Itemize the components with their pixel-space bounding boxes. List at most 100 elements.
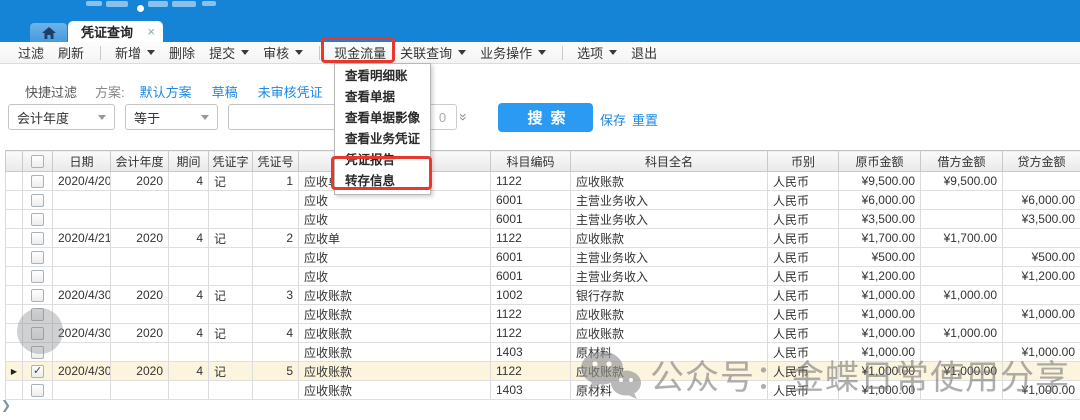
toolbar-audit[interactable]: 审核 [263,43,303,62]
cell-account-name[interactable]: 主营业务收入 [571,191,768,210]
table-row[interactable]: 2020/4/3020204记3应收账款1002银行存款人民币¥1,000.00… [6,286,1080,305]
cell-currency[interactable]: 人民币 [768,267,839,286]
column-header-date[interactable]: 日期 [53,151,111,172]
cell-fiscal-year[interactable] [111,210,169,229]
cell-account-code[interactable]: 1122 [491,172,571,191]
cell-summary[interactable]: 应收账款 [299,362,491,381]
cell-date[interactable]: 2020/4/30 [53,362,111,381]
cell-fiscal-year[interactable]: 2020 [111,172,169,191]
cell-original-amount[interactable]: ¥9,500.00 [839,172,921,191]
cell-credit-amount[interactable] [1003,324,1080,343]
cell-voucher-number[interactable] [253,191,299,210]
cell-date[interactable] [53,191,111,210]
row-select-cell[interactable] [23,267,53,286]
toolbar-cash-flow[interactable]: 现金流量 [334,43,386,62]
cell-currency[interactable]: 人民币 [768,172,839,191]
cell-original-amount[interactable]: ¥1,000.00 [839,324,921,343]
cell-fiscal-year[interactable] [111,267,169,286]
cell-original-amount[interactable]: ¥1,200.00 [839,267,921,286]
cell-summary[interactable]: 应收账款 [299,324,491,343]
cell-original-amount[interactable]: ¥3,500.00 [839,210,921,229]
cell-voucher-word[interactable] [209,305,253,324]
cell-summary[interactable]: 应收账款 [299,343,491,362]
column-header-period[interactable]: 期间 [169,151,209,172]
cell-currency[interactable]: 人民币 [768,286,839,305]
cell-period[interactable] [169,305,209,324]
select-all-header[interactable] [23,151,53,172]
row-select-cell[interactable] [23,191,53,210]
cell-fiscal-year[interactable] [111,343,169,362]
cell-debit-amount[interactable] [921,343,1003,362]
cell-account-name[interactable]: 主营业务收入 [571,267,768,286]
cell-voucher-word[interactable] [209,248,253,267]
column-header-fiscal-year[interactable]: 会计年度 [111,151,169,172]
cell-period[interactable] [169,343,209,362]
cell-original-amount[interactable]: ¥1,700.00 [839,229,921,248]
row-select-cell[interactable] [23,286,53,305]
cell-account-name[interactable]: 应收账款 [571,324,768,343]
reset-link[interactable]: 重置 [632,110,658,129]
cell-credit-amount[interactable]: ¥6,000.00 [1003,191,1080,210]
table-row[interactable]: 2020/4/2020204记1应收单1122应收账款人民币¥9,500.00¥… [6,172,1080,191]
cell-account-code[interactable]: 1122 [491,324,571,343]
table-row[interactable]: 应收账款1122应收账款人民币¥1,000.00¥1,000.00 [6,305,1080,324]
column-header-credit-amount[interactable]: 贷方金额 [1003,151,1080,172]
cell-account-code[interactable]: 1122 [491,362,571,381]
cell-date[interactable]: 2020/4/30 [53,286,111,305]
toolbar-exit[interactable]: 退出 [631,43,657,62]
cell-voucher-number[interactable]: 2 [253,229,299,248]
cell-currency[interactable]: 人民币 [768,191,839,210]
cell-debit-amount[interactable] [921,381,1003,400]
cell-date[interactable] [53,381,111,400]
cell-summary[interactable]: 应收 [299,210,491,229]
cell-credit-amount[interactable] [1003,362,1080,381]
cell-period[interactable] [169,210,209,229]
column-header-currency[interactable]: 币别 [768,151,839,172]
table-row[interactable]: ▶2020/4/3020204记5应收账款1122应收账款人民币¥1,000.0… [6,362,1080,381]
cell-debit-amount[interactable]: ¥1,000.00 [921,286,1003,305]
cell-summary[interactable]: 应收 [299,267,491,286]
cell-voucher-number[interactable] [253,248,299,267]
cell-debit-amount[interactable] [921,248,1003,267]
menu-item-view-document[interactable]: 查看单据 [335,87,430,108]
cell-account-name[interactable]: 原材料 [571,381,768,400]
cell-account-name[interactable]: 银行存款 [571,286,768,305]
cell-period[interactable]: 4 [169,286,209,305]
cell-original-amount[interactable]: ¥1,000.00 [839,381,921,400]
toolbar-filter[interactable]: 过滤 [18,43,44,62]
panel-expand-icon[interactable]: ❯ [1,398,11,412]
cell-original-amount[interactable]: ¥6,000.00 [839,191,921,210]
cell-account-code[interactable]: 1122 [491,229,571,248]
cell-date[interactable] [53,248,111,267]
cell-credit-amount[interactable] [1003,229,1080,248]
cell-account-name[interactable]: 应收账款 [571,172,768,191]
cell-account-code[interactable]: 6001 [491,248,571,267]
table-row[interactable]: 应收账款1403原材料人民币¥1,000.00¥1,000.00 [6,343,1080,362]
cell-voucher-word[interactable]: 记 [209,362,253,381]
cell-period[interactable]: 4 [169,172,209,191]
row-select-cell[interactable] [23,210,53,229]
row-checkbox[interactable] [31,365,44,378]
select-all-checkbox[interactable] [31,155,44,168]
cell-voucher-number[interactable] [253,305,299,324]
cell-period[interactable] [169,191,209,210]
cell-fiscal-year[interactable]: 2020 [111,362,169,381]
row-checkbox[interactable] [31,384,44,397]
cell-currency[interactable]: 人民币 [768,229,839,248]
cell-debit-amount[interactable]: ¥1,700.00 [921,229,1003,248]
toolbar-submit[interactable]: 提交 [209,43,249,62]
cell-debit-amount[interactable]: ¥1,000.00 [921,324,1003,343]
menu-item-voucher-report[interactable]: 凭证报告 [335,150,430,171]
column-header-original-amount[interactable]: 原币金额 [839,151,921,172]
cell-credit-amount[interactable] [1003,286,1080,305]
cell-voucher-word[interactable]: 记 [209,286,253,305]
table-row[interactable]: 2020/4/2120204记2应收单1122应收账款人民币¥1,700.00¥… [6,229,1080,248]
cell-account-code[interactable]: 1002 [491,286,571,305]
cell-voucher-word[interactable]: 记 [209,229,253,248]
menu-item-view-business-voucher[interactable]: 查看业务凭证 [335,129,430,150]
tab-voucher-query[interactable]: 凭证查询 × [68,21,163,42]
expand-conditions-icon[interactable]: » [456,113,472,119]
cell-date[interactable] [53,305,111,324]
home-tab[interactable] [30,23,67,42]
cell-voucher-number[interactable] [253,381,299,400]
